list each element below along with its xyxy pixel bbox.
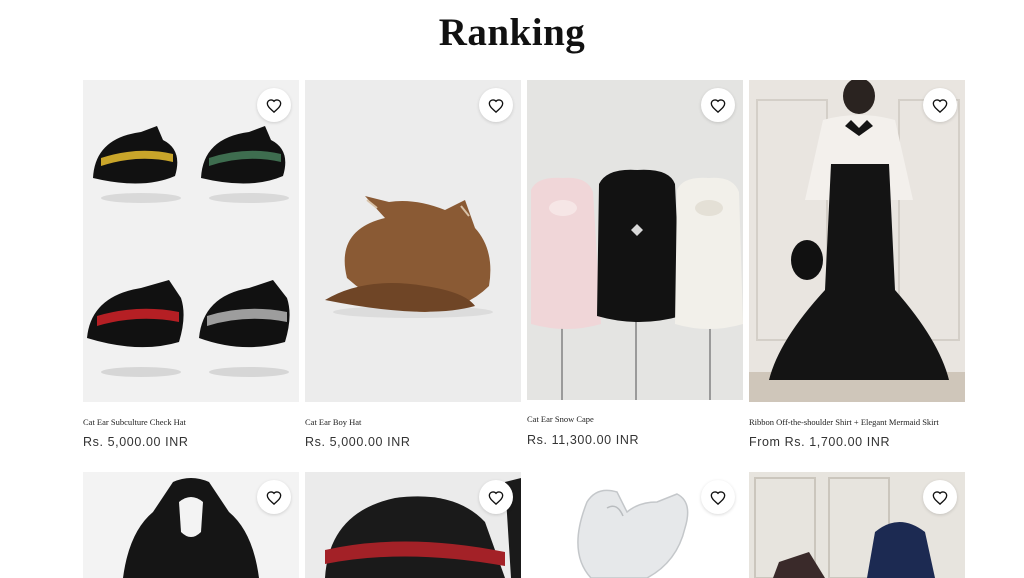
heart-outline-icon	[710, 490, 726, 505]
heart-outline-icon	[488, 490, 504, 505]
product-name[interactable]: Cat Ear Snow Cape	[527, 414, 594, 424]
wishlist-button[interactable]	[701, 88, 735, 122]
heart-outline-icon	[488, 98, 504, 113]
product-price: Rs. 5,000.00 INR	[83, 435, 189, 449]
product-card[interactable]: Cat Ear Snow Cape Rs. 11,300.00 INR	[527, 80, 743, 460]
heart-outline-icon	[710, 98, 726, 113]
wishlist-button[interactable]	[701, 480, 735, 514]
heart-outline-icon	[266, 490, 282, 505]
product-card[interactable]: Cat Ear Subculture Check Hat Rs. 5,000.0…	[83, 80, 299, 460]
product-image[interactable]	[83, 80, 299, 402]
product-image[interactable]	[527, 80, 743, 400]
product-name[interactable]: Cat Ear Subculture Check Hat	[83, 417, 186, 427]
wishlist-button[interactable]	[479, 480, 513, 514]
wishlist-button[interactable]	[923, 480, 957, 514]
heart-outline-icon	[266, 98, 282, 113]
wishlist-button[interactable]	[479, 88, 513, 122]
wishlist-button[interactable]	[257, 480, 291, 514]
product-name[interactable]: Cat Ear Boy Hat	[305, 417, 361, 427]
product-image[interactable]	[305, 80, 521, 402]
product-card[interactable]: Cat Ear Boy Hat Rs. 5,000.00 INR	[305, 80, 521, 460]
wishlist-button[interactable]	[923, 88, 957, 122]
product-price: From Rs. 1,700.00 INR	[749, 435, 891, 449]
heart-outline-icon	[932, 490, 948, 505]
product-card[interactable]	[83, 472, 299, 578]
product-card[interactable]	[527, 472, 743, 578]
product-price: Rs. 5,000.00 INR	[305, 435, 411, 449]
product-card[interactable]: Ribbon Off-the-shoulder Shirt + Elegant …	[749, 80, 965, 460]
wishlist-button[interactable]	[257, 88, 291, 122]
product-card[interactable]	[749, 472, 965, 578]
product-price: Rs. 11,300.00 INR	[527, 433, 640, 447]
heart-outline-icon	[932, 98, 948, 113]
product-image[interactable]	[749, 80, 965, 402]
product-card[interactable]	[305, 472, 521, 578]
page-title: Ranking	[438, 11, 586, 54]
product-name[interactable]: Ribbon Off-the-shoulder Shirt + Elegant …	[749, 417, 939, 427]
